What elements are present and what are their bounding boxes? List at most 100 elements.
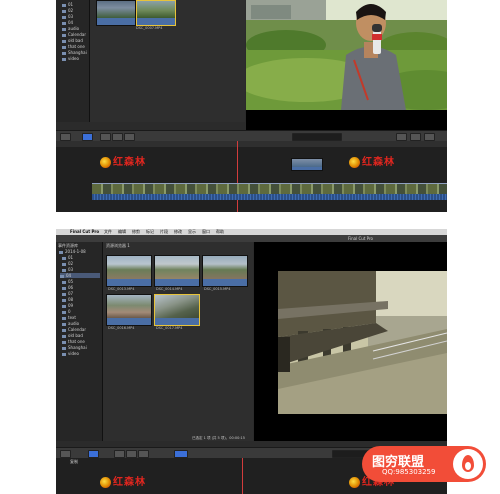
edit-tool-button[interactable]	[124, 133, 135, 141]
event-library-sidebar: 事件资源库 2014-1-08 01 02 03 04 05 06 07 08 …	[56, 242, 103, 441]
viewer	[254, 242, 447, 441]
sidebar-item[interactable]: 05	[62, 279, 73, 284]
event-browser: DSC_0007.MP4	[90, 0, 245, 122]
playhead[interactable]	[237, 141, 238, 212]
event-browser: 资源浏览器 1 DSC_0013.MP4 DSC_0014.MP4 DSC_00…	[103, 242, 253, 441]
channel-watermark-text: 红森林	[113, 477, 146, 488]
audio-waveform	[137, 18, 175, 25]
timeline-label: 复制	[70, 459, 78, 464]
clip-frame	[107, 256, 151, 279]
clip-label: DSC_0015.MP4	[204, 287, 231, 291]
watermark-logo	[453, 449, 483, 479]
event-library-sidebar: 01 02 03 04 audio Calendar old bad that …	[56, 0, 90, 122]
select-tool-button[interactable]	[174, 450, 188, 458]
sidebar-item[interactable]: 08	[62, 297, 73, 302]
channel-watermark-text: 红森林	[113, 157, 146, 168]
audio-waveform	[155, 279, 199, 286]
sidebar-item[interactable]: 01	[62, 2, 73, 7]
edit-tool-button[interactable]	[100, 133, 111, 141]
effects-button[interactable]	[410, 133, 421, 141]
sidebar-item[interactable]: old bad	[62, 38, 83, 43]
view-toggle-button[interactable]	[82, 133, 93, 141]
edit-tool-button[interactable]	[112, 133, 123, 141]
clip-label: DSC_0017.MP4	[156, 326, 183, 330]
clip-thumbnail[interactable]	[154, 294, 200, 326]
audio-waveform	[107, 318, 151, 325]
clip-thumbnail[interactable]	[202, 255, 248, 287]
sidebar-item[interactable]: Shanghai	[62, 50, 87, 55]
interview-video-frame	[246, 0, 447, 110]
browser-title: 资源浏览器 1	[106, 243, 130, 248]
channel-watermark: 红森林	[100, 473, 146, 488]
clip-thumbnail[interactable]	[106, 294, 152, 326]
clip-label: DSC_0014.MP4	[156, 287, 183, 291]
channel-logo-icon	[100, 477, 111, 488]
clip-frame	[97, 1, 135, 18]
channel-logo-icon	[349, 477, 360, 488]
audio-waveform	[97, 18, 135, 25]
clip-frame	[292, 159, 322, 167]
sidebar-item[interactable]: 06	[62, 285, 73, 290]
sidebar-item[interactable]: 03	[62, 14, 73, 19]
clip-thumbnail[interactable]	[136, 0, 176, 26]
clip-label: DSC_0013.MP4	[108, 287, 135, 291]
window-title: Final Cut Pro	[348, 236, 374, 241]
event-item[interactable]: 2014-1-08	[59, 249, 86, 254]
edit-tool-button[interactable]	[138, 450, 149, 458]
waterfront-video-frame	[278, 271, 447, 414]
audio-waveform	[155, 318, 199, 325]
sidebar-item[interactable]: that one	[62, 339, 85, 344]
channel-watermark: 红森林	[349, 153, 395, 168]
sidebar-item[interactable]: Calendar	[62, 32, 86, 37]
channel-logo-icon	[100, 157, 111, 168]
playhead[interactable]	[242, 458, 243, 494]
sidebar-item[interactable]: video	[62, 56, 79, 61]
sidebar-item[interactable]: 09	[62, 303, 73, 308]
sidebar-item[interactable]: Shanghai	[62, 345, 87, 350]
sidebar-item[interactable]: text	[62, 315, 76, 320]
import-button[interactable]	[60, 133, 71, 141]
transitions-button[interactable]	[424, 133, 435, 141]
sidebar-item[interactable]: 02	[62, 261, 73, 266]
channel-watermark: 红森林	[100, 153, 146, 168]
clip-thumbnail[interactable]	[154, 255, 200, 287]
inspector-button[interactable]	[396, 133, 407, 141]
sidebar-item[interactable]: audio	[62, 26, 79, 31]
clip-thumbnail[interactable]	[106, 255, 152, 287]
sidebar-item[interactable]: 04	[62, 20, 73, 25]
sidebar-item[interactable]: 03	[62, 267, 73, 272]
browser-status: 已选定 1 项 (共 5 项)，00:00:15	[192, 436, 245, 440]
clip-label: DSC_0016.MP4	[108, 326, 135, 330]
sidebar-item[interactable]: that one	[62, 44, 85, 49]
clip-frame	[107, 295, 151, 318]
sidebar-item[interactable]: 0	[62, 309, 71, 314]
window-titlebar: Final Cut Pro	[56, 235, 447, 242]
clip-frame	[155, 256, 199, 279]
edit-tool-button[interactable]	[126, 450, 137, 458]
connected-clip[interactable]	[291, 158, 323, 171]
sidebar-item[interactable]: audio	[62, 321, 79, 326]
audio-waveform	[292, 167, 322, 170]
clip-thumbnail[interactable]	[96, 0, 136, 26]
viewer	[246, 0, 447, 130]
sidebar-item[interactable]: video	[62, 351, 79, 356]
flame-icon	[462, 455, 474, 472]
top-fcp-window: 01 02 03 04 audio Calendar old bad that …	[56, 0, 447, 212]
import-button[interactable]	[60, 450, 71, 458]
sidebar-item-selected[interactable]: 04	[60, 273, 100, 278]
view-toggle-button[interactable]	[88, 450, 99, 458]
timeline[interactable]: 红森林 红森林	[56, 141, 447, 212]
clip-frame	[137, 1, 175, 18]
sidebar-item[interactable]: 01	[62, 255, 73, 260]
storyline-audio	[92, 194, 447, 200]
watermark-qq: QQ:985303259	[382, 468, 436, 476]
timeline-index-bar	[56, 141, 447, 147]
timecode-display	[292, 133, 342, 141]
sidebar-item[interactable]: Calendar	[62, 327, 86, 332]
site-watermark-badge: 图穷联盟 QQ:985303259	[362, 446, 486, 482]
sidebar-item[interactable]: old bad	[62, 333, 83, 338]
sidebar-item[interactable]: 07	[62, 291, 73, 296]
sidebar-item[interactable]: 02	[62, 8, 73, 13]
edit-tool-button[interactable]	[114, 450, 125, 458]
clip-label: DSC_0007.MP4	[136, 26, 163, 30]
